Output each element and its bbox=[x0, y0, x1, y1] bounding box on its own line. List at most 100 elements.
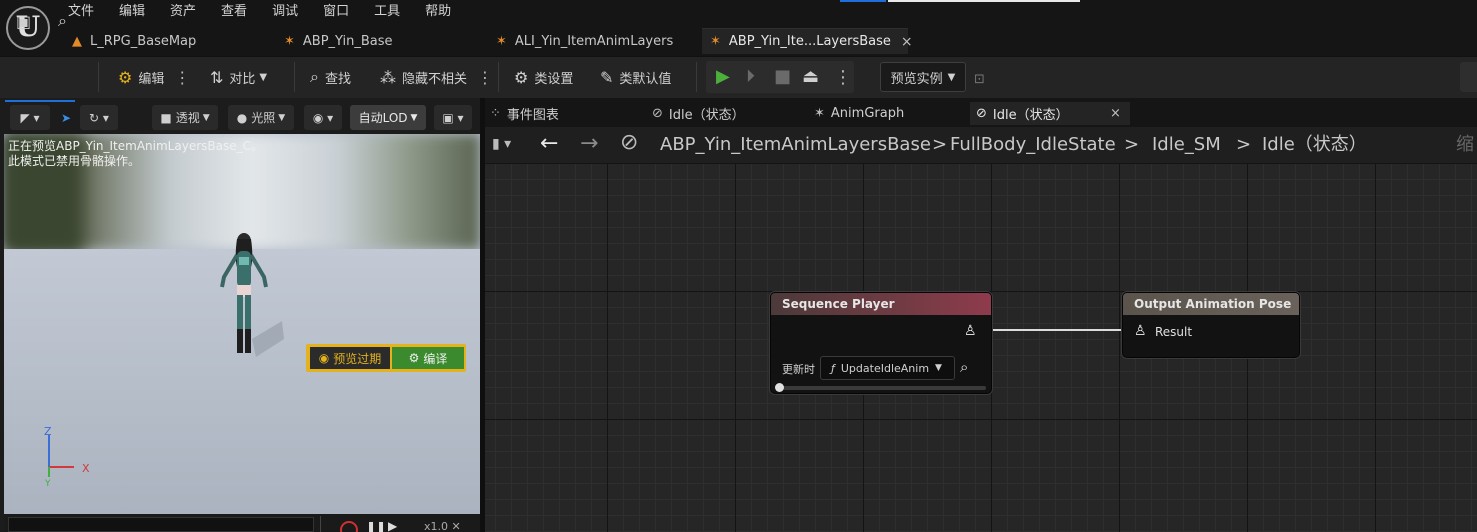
title-accent-bar bbox=[840, 0, 886, 2]
chevron-down-icon: ▼ bbox=[259, 71, 268, 83]
doc-tab-ali-item-anim-layers[interactable]: ✶ ALI_Yin_ItemAnimLayers bbox=[496, 28, 696, 54]
viewport-3d[interactable]: 正在预览ABP_Yin_ItemAnimLayersBase_C。 此模式已禁用… bbox=[4, 134, 480, 514]
stop-icon[interactable]: ■ bbox=[774, 66, 791, 88]
breadcrumb-item[interactable]: Idle_SM bbox=[1152, 133, 1221, 157]
menu-file[interactable]: 文件 bbox=[68, 2, 106, 22]
compile-status-icon: ⚙ bbox=[118, 67, 133, 87]
class-defaults-button[interactable]: ✎ 类默认值 bbox=[600, 64, 671, 90]
play-icon[interactable]: ▶ bbox=[716, 66, 730, 88]
toolbar-overflow[interactable] bbox=[1460, 62, 1477, 92]
menu-tools[interactable]: 工具 bbox=[374, 2, 412, 22]
select-arrow-icon[interactable]: ➤ bbox=[56, 105, 76, 130]
back-arrow-icon[interactable]: ← bbox=[540, 131, 558, 156]
pause-icon[interactable]: ❚❚ bbox=[366, 520, 386, 532]
pose-output-pin-icon[interactable]: ♙ bbox=[964, 323, 977, 339]
breadcrumb-item-current[interactable]: Idle（状态） bbox=[1262, 133, 1367, 157]
camera-icon: ■ bbox=[160, 110, 172, 125]
bone-manipulation-notice: 此模式已禁用骨骼操作。 bbox=[8, 154, 141, 168]
menu-bar: 文件 编辑 资产 查看 调试 窗口 工具 帮助 bbox=[68, 2, 476, 22]
doc-tab-label: ABP_Yin_Ite...LayersBase bbox=[728, 34, 891, 49]
hide-unrelated-button[interactable]: ⁂ 隐藏不相关 ⋮ bbox=[380, 64, 493, 90]
menu-view[interactable]: 查看 bbox=[221, 2, 259, 22]
rotate-icon: ↻ ▾ bbox=[89, 110, 109, 125]
tab-label: Idle（状态） bbox=[992, 108, 1069, 123]
menu-debug[interactable]: 调试 bbox=[272, 2, 310, 22]
state-icon: ⊘ bbox=[976, 106, 987, 121]
axis-y-label: Y bbox=[44, 479, 51, 487]
toolbar-divider bbox=[498, 62, 499, 92]
close-icon[interactable]: × bbox=[1110, 106, 1121, 121]
step-icon[interactable]: ⏵ bbox=[746, 66, 755, 88]
lighting-button[interactable]: ● 光照 ▼ bbox=[228, 105, 294, 130]
function-name: UpdateIdleAnim bbox=[840, 361, 930, 375]
breadcrumb-separator: > bbox=[932, 134, 948, 155]
viewport-compile-button[interactable]: ⚙ 编译 bbox=[392, 347, 464, 369]
update-label: 更新时 bbox=[782, 363, 815, 376]
toolbar-divider bbox=[696, 62, 697, 92]
perspective-button[interactable]: ■ 透视 ▼ bbox=[152, 105, 218, 130]
step-forward-icon[interactable]: ▶ bbox=[388, 519, 397, 532]
doc-tab-label: ABP_Yin_Base bbox=[302, 33, 393, 49]
forward-arrow-icon[interactable]: → bbox=[580, 131, 598, 156]
pose-input-pin-icon[interactable]: ♙ bbox=[1134, 323, 1147, 339]
tab-idle-state[interactable]: ⊘ Idle（状态） bbox=[652, 102, 802, 125]
tab-event-graph[interactable]: ⁘ 事件图表 bbox=[490, 102, 640, 125]
play-rate-slider[interactable] bbox=[778, 386, 986, 390]
doc-tab-abp-item-anim-layers-base[interactable]: ✶ ABP_Yin_Ite...LayersBase × bbox=[702, 28, 913, 54]
preview-instance-dropdown[interactable]: 预览实例 ▼ bbox=[880, 62, 966, 92]
lod-button[interactable]: 自动LOD ▼ bbox=[350, 105, 426, 130]
preview-stale-label: 预览过期 bbox=[333, 351, 382, 366]
compile-button[interactable]: ⚙ 编辑 ⋮ bbox=[118, 64, 190, 90]
bookmark-icon[interactable]: ▮ ▾ bbox=[492, 136, 511, 152]
viewport-layout-button[interactable]: ▣ ▾ bbox=[434, 105, 472, 130]
menu-help[interactable]: 帮助 bbox=[425, 2, 463, 22]
eject-icon[interactable]: ⏏ bbox=[802, 66, 819, 88]
lighting-sphere-icon: ● bbox=[236, 110, 248, 125]
preview-instance-label: 预览实例 bbox=[890, 71, 943, 87]
breadcrumb-item[interactable]: ABP_Yin_ItemAnimLayersBase bbox=[660, 133, 931, 157]
result-pin-label: Result bbox=[1155, 325, 1193, 339]
breadcrumb-separator: > bbox=[1124, 134, 1140, 155]
play-rate-slider-knob[interactable] bbox=[775, 383, 784, 392]
browse-asset-icon: ⌕ bbox=[58, 11, 67, 30]
play-options-icon[interactable]: ⋮ bbox=[834, 67, 852, 89]
doc-tab-abp-yin-base[interactable]: ✶ ABP_Yin_Base bbox=[284, 28, 484, 54]
menu-edit[interactable]: 编辑 bbox=[119, 2, 157, 22]
rotation-mode-button[interactable]: ↻ ▾ bbox=[80, 105, 118, 130]
gear-icon: ⚙ bbox=[514, 67, 529, 87]
output-animation-pose-node[interactable]: Output Animation Pose bbox=[1122, 292, 1300, 358]
tab-idle-state-active[interactable]: ⊘ Idle（状态） × bbox=[970, 102, 1130, 125]
class-settings-button[interactable]: ⚙ 类设置 bbox=[514, 64, 573, 90]
viewport-options-button[interactable]: ◤ ▾ bbox=[10, 105, 50, 130]
record-icon[interactable] bbox=[340, 521, 358, 532]
pose-connection-wire[interactable] bbox=[992, 329, 1122, 331]
character-preview[interactable] bbox=[204, 229, 284, 369]
function-icon: ƒ bbox=[831, 361, 835, 375]
playback-speed[interactable]: x1.0 ✕ bbox=[424, 520, 461, 532]
perspective-label: 透视 bbox=[175, 111, 200, 125]
diff-button[interactable]: ⇅ 对比 ▼ bbox=[210, 64, 267, 90]
axis-x-label: X bbox=[82, 462, 90, 475]
update-function-dropdown[interactable]: ƒ UpdateIdleAnim ▼ bbox=[820, 356, 955, 380]
viewport-compile-label: 编译 bbox=[423, 351, 448, 366]
state-icon: ⊘ bbox=[620, 130, 639, 155]
close-icon[interactable]: × bbox=[901, 34, 913, 50]
breadcrumb-item[interactable]: FullBody_IdleState bbox=[950, 133, 1116, 157]
chevron-down-icon: ▼ bbox=[410, 112, 418, 123]
show-flags-button[interactable]: ◉ ▾ bbox=[304, 105, 342, 130]
menu-asset[interactable]: 资产 bbox=[170, 2, 208, 22]
compile-options-icon[interactable]: ⋮ bbox=[174, 68, 190, 87]
save-button[interactable]: ▣ bbox=[16, 8, 37, 34]
timeline-scrubber[interactable] bbox=[8, 517, 314, 532]
doc-tab-basemap[interactable]: ▲ L_RPG_BaseMap bbox=[72, 28, 262, 54]
search-icon[interactable]: ⌕ bbox=[960, 358, 968, 376]
tab-anim-graph[interactable]: ✶ AnimGraph bbox=[814, 102, 964, 125]
debug-filter-icon[interactable]: ⊡ bbox=[974, 66, 985, 92]
zoom-label: 缩 bbox=[1456, 134, 1474, 155]
tab-label: AnimGraph bbox=[830, 106, 905, 121]
menu-window[interactable]: 窗口 bbox=[323, 2, 361, 22]
tab-label: 事件图表 bbox=[506, 108, 559, 123]
browse-button[interactable]: ⌕ bbox=[58, 8, 73, 34]
find-button[interactable]: ⌕ 查找 bbox=[310, 64, 351, 90]
more-options-icon[interactable]: ⋮ bbox=[477, 68, 493, 87]
